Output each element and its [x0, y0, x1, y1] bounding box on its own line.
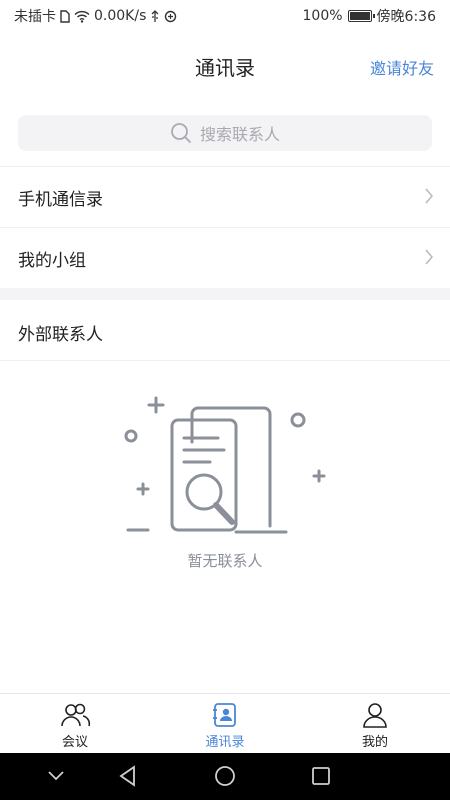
usb-icon	[151, 9, 159, 22]
bottom-tab-bar: 会议 通讯录 我的	[0, 693, 450, 754]
sync-icon	[165, 10, 177, 22]
battery-icon	[347, 10, 375, 22]
tab-meetings[interactable]: 会议	[0, 694, 150, 754]
top-bar: 通讯录 邀请好友	[0, 32, 450, 101]
invite-friends-button[interactable]: 邀请好友	[370, 55, 434, 79]
sim-icon	[60, 9, 70, 23]
phone-contacts-row[interactable]: 手机通信录	[0, 167, 450, 228]
wifi-icon	[74, 10, 90, 23]
battery-percent: 100%	[302, 8, 343, 24]
carrier-text: 未插卡	[14, 9, 56, 25]
external-contacts-title: 外部联系人	[18, 325, 103, 345]
tab-profile[interactable]: 我的	[300, 694, 450, 754]
chevron-right-icon	[425, 249, 433, 265]
search-input[interactable]: 搜索联系人	[18, 115, 432, 151]
tab-contacts[interactable]: 通讯录	[150, 694, 300, 754]
person-icon	[363, 703, 387, 728]
network-speed: 0.00K/s	[94, 8, 147, 24]
back-icon[interactable]	[117, 765, 139, 787]
my-groups-row[interactable]: 我的小组	[0, 228, 450, 289]
people-icon	[61, 703, 91, 727]
status-bar: 未插卡 0.00K/s 100% 傍晚6:36	[0, 0, 450, 32]
tab-meetings-label: 会议	[61, 735, 88, 750]
empty-state: 暂无联系人	[0, 362, 450, 692]
empty-state-text: 暂无联系人	[187, 552, 263, 570]
search-section: 搜索联系人	[0, 100, 450, 167]
home-icon[interactable]	[214, 765, 236, 787]
search-icon	[171, 123, 191, 143]
phone-contacts-label: 手机通信录	[18, 190, 103, 210]
chevron-down-icon[interactable]	[47, 765, 65, 787]
clock: 傍晚6:36	[376, 9, 436, 25]
tab-contacts-label: 通讯录	[205, 735, 245, 750]
chevron-right-icon	[425, 188, 433, 204]
empty-contacts-illustration	[124, 396, 326, 534]
external-contacts-header: 外部联系人	[0, 300, 450, 361]
contacts-book-icon	[213, 703, 236, 727]
system-nav-bar	[0, 753, 450, 800]
tab-profile-label: 我的	[361, 735, 388, 750]
my-groups-label: 我的小组	[18, 251, 86, 271]
search-placeholder: 搜索联系人	[199, 125, 280, 144]
recents-icon[interactable]	[310, 765, 332, 787]
section-divider	[0, 288, 450, 300]
